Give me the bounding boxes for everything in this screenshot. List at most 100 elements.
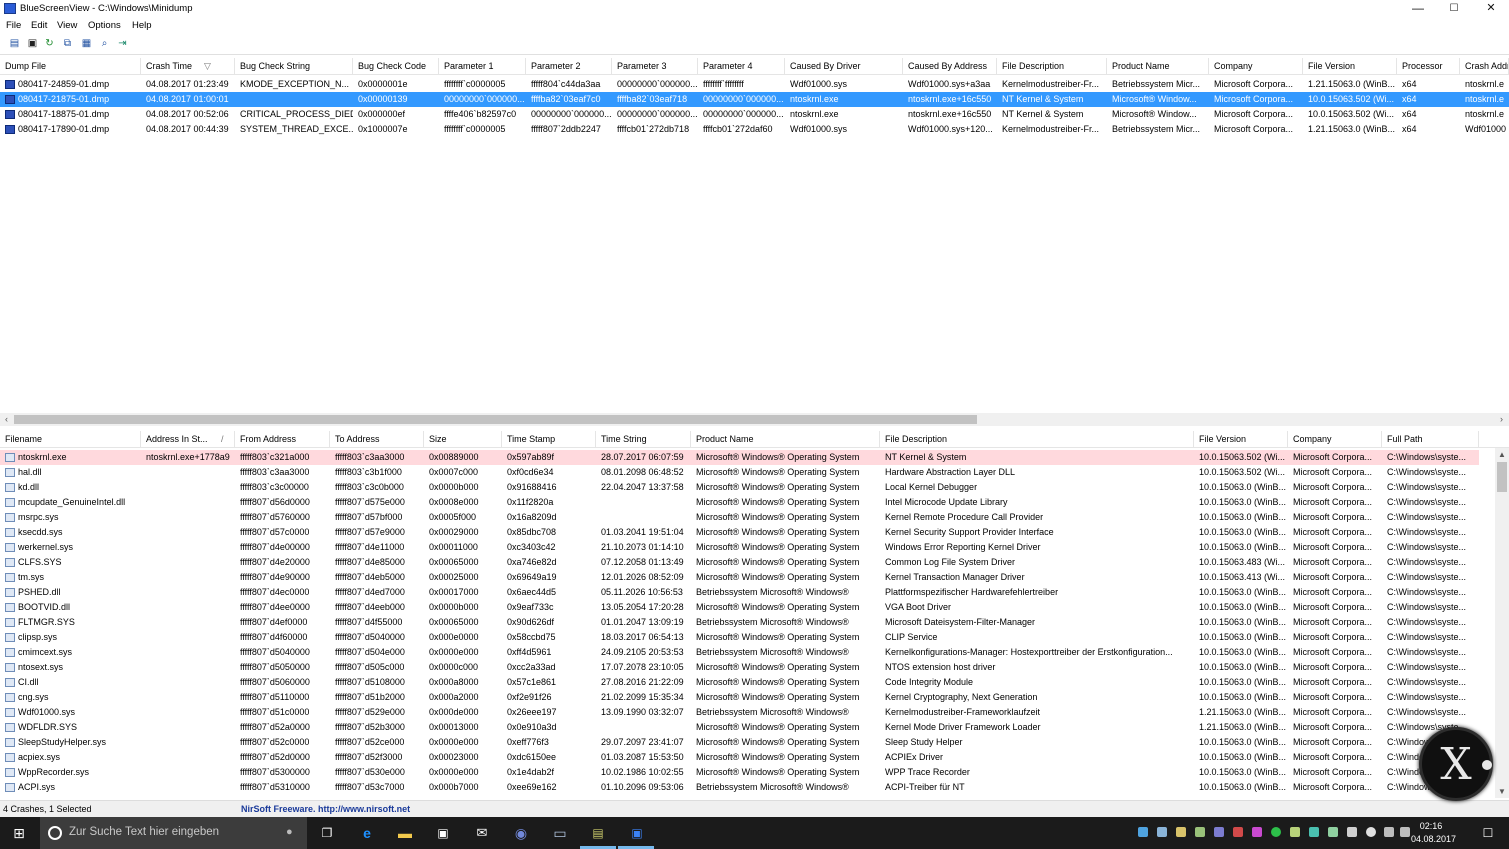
network-icon[interactable] (1384, 827, 1394, 837)
menu-file[interactable]: File (6, 20, 21, 31)
taskbar-search[interactable]: Zur Suche Text hier eingeben ● (40, 817, 307, 849)
driver-row[interactable]: mcupdate_GenuineIntel.dll fffff807`d56d00… (0, 495, 1479, 510)
column-header[interactable]: Parameter 3 (612, 58, 698, 75)
crash-row[interactable]: 080417-24859-01.dmp 04.08.2017 01:23:49 KM… (0, 77, 1509, 92)
column-header[interactable]: Parameter 2 (526, 58, 612, 75)
tray-icon[interactable] (1195, 827, 1205, 837)
nirsoft-link[interactable]: NirSoft Freeware. http://www.nirsoft.net (241, 804, 410, 814)
tray-icon[interactable] (1138, 827, 1148, 837)
scroll-left-icon[interactable]: ‹ (0, 413, 13, 426)
column-header[interactable]: Crash Addr (1460, 58, 1509, 75)
crash-row[interactable]: 080417-18875-01.dmp 04.08.2017 00:52:06 CR… (0, 107, 1509, 122)
save-icon[interactable]: ▣ (26, 38, 39, 50)
find-icon[interactable]: ⌕ (98, 38, 111, 50)
column-header[interactable]: Dump File (0, 58, 141, 75)
driver-row[interactable]: cng.sys fffff807`d5110000 fffff807`d51b200… (0, 690, 1479, 705)
store-icon[interactable]: ▣ (433, 823, 453, 843)
maximize-button[interactable]: ☐ (1436, 0, 1472, 18)
tray-icon[interactable] (1214, 827, 1224, 837)
tray-icon[interactable] (1290, 827, 1300, 837)
scroll-up-icon[interactable]: ▲ (1495, 448, 1509, 461)
mail-icon[interactable]: ✉ (472, 823, 492, 843)
horizontal-scrollbar[interactable]: ‹ › (0, 413, 1509, 426)
driver-row[interactable]: Wdf01000.sys fffff807`d51c0000 fffff807`d5… (0, 705, 1479, 720)
driver-row[interactable]: msrpc.sys fffff807`d5760000 fffff807`d57bf… (0, 510, 1479, 525)
driver-list[interactable]: Filename Address In St... / From Address To … (0, 431, 1509, 799)
tray-icon[interactable] (1347, 827, 1357, 837)
crash-row[interactable]: 080417-21875-01.dmp 04.08.2017 01:00:01 0x… (0, 92, 1509, 107)
scroll-thumb[interactable] (1497, 462, 1507, 492)
bluescreenview-icon[interactable]: ▣ (627, 823, 647, 843)
properties-icon[interactable]: ▤ (8, 38, 21, 50)
column-header[interactable]: Time Stamp (502, 431, 596, 448)
tray-icon[interactable] (1252, 827, 1262, 837)
scroll-right-icon[interactable]: › (1495, 413, 1508, 426)
tray-icon[interactable] (1309, 827, 1319, 837)
driver-row[interactable]: clipsp.sys fffff807`d4f60000 fffff807`d504… (0, 630, 1479, 645)
column-header[interactable]: Processor (1397, 58, 1460, 75)
edge-icon[interactable]: e (357, 823, 377, 843)
driver-row[interactable]: WppRecorder.sys fffff807`d5300000 fffff807… (0, 765, 1479, 780)
driver-row[interactable]: ACPI.sys fffff807`d5310000 fffff807`d53c70… (0, 780, 1479, 795)
column-header[interactable]: Product Name (1107, 58, 1209, 75)
column-header[interactable]: File Description (997, 58, 1107, 75)
menu-view[interactable]: View (57, 20, 77, 31)
column-header[interactable]: To Address (330, 431, 424, 448)
volume-icon[interactable] (1400, 827, 1410, 837)
column-header[interactable]: Bug Check String (235, 58, 353, 75)
column-header[interactable]: Filename (0, 431, 141, 448)
clock[interactable]: 02:16 04.08.2017 (1411, 820, 1456, 846)
copy-icon[interactable]: ⧉ (61, 38, 74, 50)
notification-icon[interactable]: ☐ (1478, 823, 1498, 843)
column-header[interactable]: Caused By Driver (785, 58, 903, 75)
column-header[interactable]: File Description (880, 431, 1194, 448)
column-header[interactable]: Time String (596, 431, 691, 448)
crash-list[interactable]: Dump File Crash Time ▽ Bug Check String Bug … (0, 58, 1509, 413)
driver-row[interactable]: CI.dll fffff807`d5060000 fffff807`d5108000… (0, 675, 1479, 690)
column-header[interactable]: Product Name (691, 431, 880, 448)
menu-help[interactable]: Help (132, 20, 152, 31)
column-header[interactable]: File Version (1194, 431, 1288, 448)
network-app-icon[interactable]: ▭ (550, 823, 570, 843)
driver-row[interactable]: ntoskrnl.exe ntoskrnl.exe+1778a9 fffff803`… (0, 450, 1479, 465)
html-report-icon[interactable]: ▦ (80, 38, 93, 50)
driver-row[interactable]: cmimcext.sys fffff807`d5040000 fffff807`d5… (0, 645, 1479, 660)
menu-edit[interactable]: Edit (31, 20, 47, 31)
column-header[interactable]: Full Path (1382, 431, 1479, 448)
driver-row[interactable]: hal.dll fffff803`c3aa3000 fffff803`c3b1f00… (0, 465, 1479, 480)
exit-icon[interactable]: ⇥ (116, 38, 129, 50)
vertical-scrollbar[interactable]: ▲ ▼ (1495, 448, 1509, 798)
driver-row[interactable]: CLFS.SYS fffff807`d4e20000 fffff807`d4e850… (0, 555, 1479, 570)
crash-row[interactable]: 080417-17890-01.dmp 04.08.2017 00:44:39 SY… (0, 122, 1509, 137)
column-header[interactable]: Company (1209, 58, 1303, 75)
driver-row[interactable]: WDFLDR.SYS fffff807`d52a0000 fffff807`d52b… (0, 720, 1479, 735)
column-header[interactable]: Caused By Address (903, 58, 997, 75)
minimize-button[interactable]: — (1400, 0, 1436, 18)
driver-row[interactable]: kd.dll fffff803`c3c00000 fffff803`c3c0b000… (0, 480, 1479, 495)
windows-start-icon[interactable]: ⊞ (9, 823, 29, 843)
driver-row[interactable]: ksecdd.sys fffff807`d57c0000 fffff807`d57e… (0, 525, 1479, 540)
column-header[interactable]: Parameter 1 (439, 58, 526, 75)
onedrive-icon[interactable] (1366, 827, 1376, 837)
tray-icon[interactable] (1176, 827, 1186, 837)
close-button[interactable]: ✕ (1473, 0, 1509, 18)
scroll-down-icon[interactable]: ▼ (1495, 785, 1509, 798)
explorer-icon[interactable]: ▬ (395, 823, 415, 843)
column-header[interactable]: Crash Time (141, 58, 235, 75)
column-header[interactable]: Parameter 4 (698, 58, 785, 75)
menu-options[interactable]: Options (88, 20, 121, 31)
driver-row[interactable]: tm.sys fffff807`d4e90000 fffff807`d4eb5000… (0, 570, 1479, 585)
scroll-thumb[interactable] (14, 415, 977, 424)
driver-row[interactable]: BOOTVID.dll fffff807`d4ee0000 fffff807`d4e… (0, 600, 1479, 615)
floating-x-button[interactable]: X (1419, 727, 1493, 801)
refresh-icon[interactable]: ↻ (43, 38, 56, 50)
driver-row[interactable]: acpiex.sys fffff807`d52d0000 fffff807`d52f… (0, 750, 1479, 765)
tray-icon[interactable] (1271, 827, 1281, 837)
tray-icon[interactable] (1233, 827, 1243, 837)
task-view-icon[interactable]: ❐ (317, 823, 337, 843)
driver-row[interactable]: SleepStudyHelper.sys fffff807`d52c0000 fff… (0, 735, 1479, 750)
discord-icon[interactable]: ◉ (511, 823, 531, 843)
column-header[interactable]: Size (424, 431, 502, 448)
column-header[interactable]: Company (1288, 431, 1382, 448)
microphone-icon[interactable]: ● (286, 826, 293, 838)
